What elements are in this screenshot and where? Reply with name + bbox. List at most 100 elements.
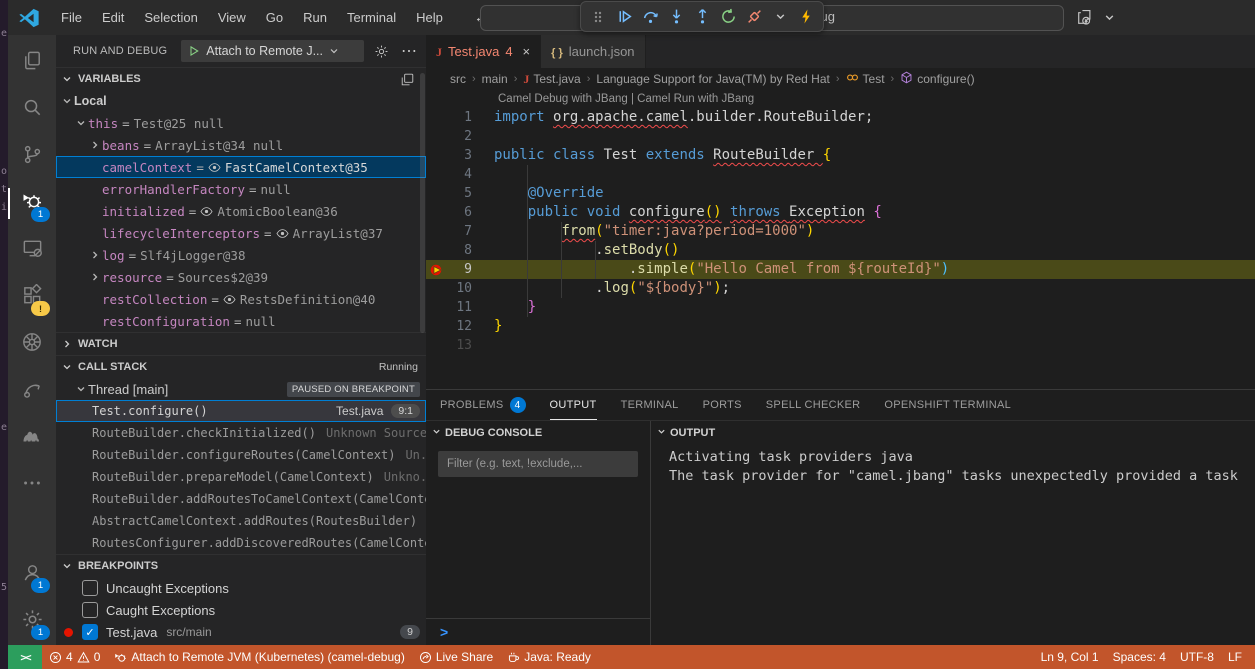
chevron-right-icon[interactable]	[60, 339, 74, 349]
editor-gutter[interactable]: 11	[426, 298, 494, 317]
chevron-down-icon[interactable]	[60, 74, 74, 84]
line-number[interactable]: 3	[448, 146, 472, 165]
stack-frame-row[interactable]: RouteBuilder.addRoutesToCamelContext(Cam…	[56, 488, 426, 510]
code-line[interactable]: 4	[426, 165, 1255, 184]
line-number[interactable]: 9	[448, 260, 472, 279]
lazy-eval-eye-icon[interactable]	[276, 227, 289, 240]
variable-row[interactable]: initialized=AtomicBoolean@36	[56, 200, 426, 222]
activity-item-settings[interactable]: 1	[8, 598, 56, 645]
menu-selection[interactable]: Selection	[135, 6, 206, 29]
more-actions-icon[interactable]: ⋯	[398, 40, 420, 62]
activity-item-explorer[interactable]	[8, 39, 56, 86]
chevron-down-icon[interactable]	[1098, 6, 1120, 28]
chevron-down-icon[interactable]	[74, 118, 88, 128]
stack-frame-row[interactable]: AbstractCamelContext.addRoutes(RoutesBui…	[56, 510, 426, 532]
remote-indicator[interactable]: ><	[8, 645, 42, 669]
chevron-right-icon[interactable]	[88, 250, 102, 260]
chevron-down-icon[interactable]	[60, 561, 74, 571]
tab-test-java[interactable]: JTest.java4×	[426, 35, 541, 68]
line-number[interactable]: 11	[448, 298, 472, 317]
status-indentation[interactable]: Spaces: 4	[1106, 650, 1173, 664]
line-number[interactable]: 6	[448, 203, 472, 222]
breakpoint-row[interactable]: ✓Test.javasrc/main9	[56, 621, 426, 643]
launch-config-dropdown[interactable]: Attach to Remote J...	[181, 40, 364, 62]
code-line[interactable]: 13	[426, 336, 1255, 355]
camel-hot-reload-icon[interactable]	[795, 6, 817, 28]
panel-tab-terminal[interactable]: TERMINAL	[621, 390, 679, 420]
editor-layout-icon[interactable]	[1072, 6, 1094, 28]
line-number[interactable]: 1	[448, 108, 472, 127]
activity-item-source-control[interactable]	[8, 133, 56, 180]
code-line[interactable]: 5 @Override	[426, 184, 1255, 203]
activity-item-remote-explorer[interactable]	[8, 227, 56, 274]
line-number[interactable]: 12	[448, 317, 472, 336]
status-debug-session[interactable]: Attach to Remote JVM (Kubernetes) (camel…	[107, 645, 411, 669]
activity-item-extensions[interactable]: !	[8, 274, 56, 321]
menu-go[interactable]: Go	[257, 6, 292, 29]
code-line[interactable]: 12}	[426, 317, 1255, 336]
thread-row[interactable]: Thread [main]PAUSED ON BREAKPOINT	[56, 378, 426, 400]
breakpoint-row[interactable]: Caught Exceptions	[56, 599, 426, 621]
breakpoint-checkbox[interactable]	[82, 602, 98, 618]
step-over-icon[interactable]	[639, 6, 661, 28]
breadcrumb-item[interactable]: src	[450, 72, 466, 86]
editor-gutter[interactable]: 6	[426, 203, 494, 222]
variable-row[interactable]: beans=ArrayList@34 null	[56, 134, 426, 156]
editor-gutter[interactable]: 4	[426, 165, 494, 184]
activity-item-openshift-connector[interactable]	[8, 368, 56, 415]
code-line[interactable]: 1import org.apache.camel.builder.RouteBu…	[426, 108, 1255, 127]
menu-help[interactable]: Help	[407, 6, 452, 29]
breadcrumb-item[interactable]: Language Support for Java(TM) by Red Hat	[596, 72, 829, 86]
code-line[interactable]: 7 from("timer:java?period=1000")	[426, 222, 1255, 241]
codelens-link[interactable]: Camel Run with JBang	[637, 93, 754, 105]
editor-gutter[interactable]: 9	[426, 260, 494, 279]
code-editor[interactable]: Camel Debug with JBang | Camel Run with …	[426, 90, 1255, 389]
status-encoding[interactable]: UTF-8	[1173, 650, 1221, 664]
code-line[interactable]: 3public class Test extends RouteBuilder …	[426, 146, 1255, 165]
editor-gutter[interactable]: 8	[426, 241, 494, 260]
continue-icon[interactable]	[613, 6, 635, 28]
chevron-down-icon[interactable]	[432, 427, 441, 439]
lazy-eval-eye-icon[interactable]	[208, 161, 221, 174]
disconnect-chevron-icon[interactable]	[769, 6, 791, 28]
editor-gutter[interactable]: 7	[426, 222, 494, 241]
tab-launch-json[interactable]: { }launch.json	[541, 35, 645, 68]
debug-repl-prompt[interactable]: >	[426, 618, 650, 645]
debug-settings-gear-icon[interactable]	[370, 40, 392, 62]
restart-icon[interactable]	[717, 6, 739, 28]
line-number[interactable]: 10	[448, 279, 472, 298]
line-number[interactable]: 4	[448, 165, 472, 184]
line-number[interactable]: 7	[448, 222, 472, 241]
panel-tab-ports[interactable]: PORTS	[703, 390, 742, 420]
code-line[interactable]: 6 public void configure() throws Excepti…	[426, 203, 1255, 222]
chevron-right-icon[interactable]	[88, 272, 102, 282]
chevron-right-icon[interactable]	[88, 140, 102, 150]
activity-item-kubernetes[interactable]	[8, 321, 56, 368]
stack-frame-row[interactable]: RoutesConfigurer.addDiscoveredRoutes(Cam…	[56, 532, 426, 554]
breadcrumb-item[interactable]: main	[482, 72, 508, 86]
chevron-down-icon[interactable]	[657, 427, 666, 439]
status-problems[interactable]: 40	[42, 645, 107, 669]
editor-gutter[interactable]: 2	[426, 127, 494, 146]
stack-frame-row[interactable]: RouteBuilder.prepareModel(CamelContext)U…	[56, 466, 426, 488]
drag-handle-icon[interactable]	[587, 6, 609, 28]
editor-gutter[interactable]: 3	[426, 146, 494, 165]
breakpoint-arrow-icon[interactable]	[426, 262, 448, 278]
code-line[interactable]: 11 }	[426, 298, 1255, 317]
open-in-editor-icon[interactable]	[396, 68, 418, 90]
editor-gutter[interactable]: 1	[426, 108, 494, 127]
codelens-link[interactable]: Camel Debug with JBang	[498, 93, 628, 105]
debug-console-filter-input[interactable]	[439, 452, 637, 476]
breadcrumb-item[interactable]: configure()	[900, 71, 974, 87]
chevron-down-icon[interactable]	[74, 384, 88, 394]
editor-gutter[interactable]: 10	[426, 279, 494, 298]
debug-console-filter[interactable]	[438, 451, 638, 477]
step-out-icon[interactable]	[691, 6, 713, 28]
panel-tab-problems[interactable]: PROBLEMS4	[440, 390, 526, 420]
code-line[interactable]: 10 .log("${body}");	[426, 279, 1255, 298]
menu-file[interactable]: File	[52, 6, 91, 29]
activity-item-search[interactable]	[8, 86, 56, 133]
variable-row[interactable]: Local	[56, 90, 426, 112]
stack-frame-row[interactable]: RouteBuilder.checkInitialized()Unknown S…	[56, 422, 426, 444]
activity-item-more-views[interactable]	[8, 462, 56, 509]
